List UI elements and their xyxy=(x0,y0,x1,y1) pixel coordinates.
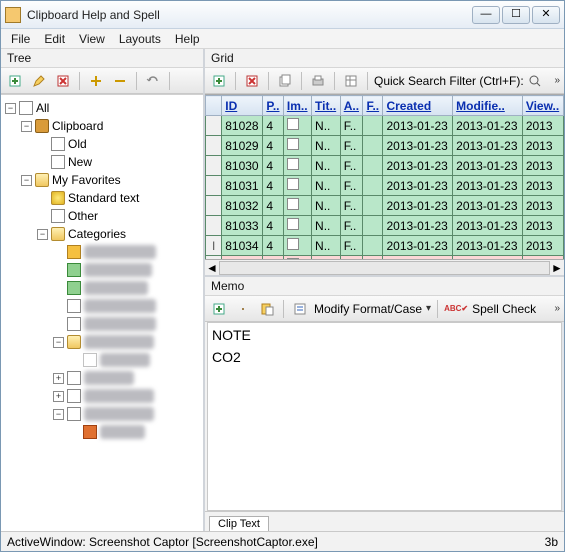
menu-edit[interactable]: Edit xyxy=(38,30,71,48)
tree-node-masked[interactable] xyxy=(53,297,201,315)
tree-label-favorites: My Favorites xyxy=(52,173,121,187)
maximize-button[interactable]: ☐ xyxy=(502,6,530,24)
tree-panel-label: Tree xyxy=(1,49,203,68)
grid-column-header[interactable]: F.. xyxy=(363,96,383,116)
grid-row[interactable]: 810314N..F..2013-01-232013-01-232013 xyxy=(206,176,564,196)
tree-node-masked[interactable] xyxy=(69,423,201,441)
grid-column-header[interactable]: Tit.. xyxy=(312,96,341,116)
quick-search-label: Quick Search Filter (Ctrl+F): xyxy=(374,74,524,88)
grid-row[interactable]: 810284N..F..2013-01-232013-01-232013 xyxy=(206,116,564,136)
delete-icon[interactable] xyxy=(53,71,73,91)
memo-toolbar: Modify Format/Case ▾ ABC✔ Spell Check » xyxy=(205,296,564,322)
edit-icon[interactable] xyxy=(29,71,49,91)
modify-format-button[interactable]: Modify Format/Case xyxy=(314,302,422,316)
tree-node-standard[interactable]: Standard text xyxy=(37,189,201,207)
format-icon[interactable] xyxy=(290,299,310,319)
tree-label-categories: Categories xyxy=(68,227,126,241)
grid-column-header[interactable]: Modifie.. xyxy=(453,96,523,116)
grid-table[interactable]: IDP..Im..Tit..A..F..CreatedModifie..View… xyxy=(205,94,564,259)
tree-toolbar xyxy=(1,68,203,94)
tree-node-other[interactable]: Other xyxy=(37,207,201,225)
menu-view[interactable]: View xyxy=(73,30,111,48)
status-right: 3b xyxy=(545,535,558,549)
tree-node-masked[interactable]: + xyxy=(53,387,201,405)
tree-view[interactable]: −All −Clipboard Old New −My Favorites xyxy=(1,94,203,531)
grid-column-header[interactable]: Created xyxy=(383,96,453,116)
grid-h-scrollbar[interactable]: ◄ ► xyxy=(205,259,564,275)
grid-columns-icon[interactable] xyxy=(341,71,361,91)
tree-node-masked[interactable]: + xyxy=(53,369,201,387)
tree-node-all[interactable]: −All xyxy=(5,99,201,117)
app-icon xyxy=(5,7,21,23)
modify-dropdown-icon[interactable]: ▾ xyxy=(426,303,431,314)
memo-paste-icon[interactable] xyxy=(257,299,277,319)
menubar: File Edit View Layouts Help xyxy=(1,29,564,49)
grid-print-icon[interactable] xyxy=(308,71,328,91)
tree-node-masked[interactable] xyxy=(69,351,201,369)
grid-panel-label: Grid xyxy=(205,49,564,68)
tree-label-new: New xyxy=(68,155,92,169)
tree-node-clipboard[interactable]: −Clipboard xyxy=(21,117,201,135)
tree-node-masked[interactable] xyxy=(53,279,201,297)
menu-help[interactable]: Help xyxy=(169,30,206,48)
search-icon xyxy=(528,74,542,88)
memo-overflow-icon[interactable]: » xyxy=(554,303,560,314)
collapse-icon[interactable] xyxy=(110,71,130,91)
memo-add-icon[interactable] xyxy=(209,299,229,319)
clipboard-icon[interactable] xyxy=(233,299,253,319)
gear-icon[interactable] xyxy=(176,71,196,91)
titlebar[interactable]: Clipboard Help and Spell — ☐ ✕ xyxy=(1,1,564,29)
grid-column-header[interactable]: P.. xyxy=(263,96,284,116)
menu-file[interactable]: File xyxy=(5,30,36,48)
grid-column-header[interactable]: Im.. xyxy=(283,96,311,116)
grid-row[interactable]: ▶810354N..S..2013-01-232013-01-232013 xyxy=(206,256,564,260)
tab-clip-text[interactable]: Clip Text xyxy=(209,516,269,531)
grid-row[interactable]: 810324N..F..2013-01-232013-01-232013 xyxy=(206,196,564,216)
tree-node-masked[interactable]: − xyxy=(53,333,201,351)
grid-row[interactable]: 810304N..F..2013-01-232013-01-232013 xyxy=(206,156,564,176)
memo-line: NOTE xyxy=(212,327,557,343)
tree-node-masked[interactable] xyxy=(53,261,201,279)
memo-line: CO2 xyxy=(212,349,557,365)
grid-row[interactable]: I810344N..F..2013-01-232013-01-232013 xyxy=(206,236,564,256)
grid-copy-icon[interactable] xyxy=(275,71,295,91)
tree-label-clipboard: Clipboard xyxy=(52,119,103,133)
tree-node-old[interactable]: Old xyxy=(37,135,201,153)
tree-node-masked[interactable] xyxy=(53,315,201,333)
status-active-window: ActiveWindow: Screenshot Captor [Screens… xyxy=(7,535,318,549)
menu-layouts[interactable]: Layouts xyxy=(113,30,167,48)
tree-label-other: Other xyxy=(68,209,98,223)
memo-tabbar: Clip Text xyxy=(205,511,564,531)
refresh-icon[interactable] xyxy=(143,71,163,91)
grid-column-header[interactable]: ID xyxy=(222,96,263,116)
add-icon[interactable] xyxy=(5,71,25,91)
grid-row[interactable]: 810334N..F..2013-01-232013-01-232013 xyxy=(206,216,564,236)
tree-label-standard: Standard text xyxy=(68,191,139,205)
statusbar: ActiveWindow: Screenshot Captor [Screens… xyxy=(1,531,564,551)
grid-add-icon[interactable] xyxy=(209,71,229,91)
tree-node-masked[interactable]: − xyxy=(53,405,201,423)
grid-column-header[interactable]: View.. xyxy=(522,96,563,116)
tree-label-old: Old xyxy=(68,137,87,151)
minimize-button[interactable]: — xyxy=(472,6,500,24)
grid-column-header[interactable]: A.. xyxy=(340,96,363,116)
tree-node-categories[interactable]: −Categories xyxy=(37,225,201,243)
memo-textarea[interactable]: NOTE CO2 xyxy=(207,322,562,511)
grid-delete-icon[interactable] xyxy=(242,71,262,91)
tree-node-new[interactable]: New xyxy=(37,153,201,171)
close-button[interactable]: ✕ xyxy=(532,6,560,24)
grid-row[interactable]: 810294N..F..2013-01-232013-01-232013 xyxy=(206,136,564,156)
grid-overflow-icon[interactable]: » xyxy=(554,75,560,86)
spell-check-button[interactable]: Spell Check xyxy=(472,302,536,316)
memo-panel-label: Memo xyxy=(205,277,564,296)
tree-node-masked[interactable] xyxy=(53,243,201,261)
app-window: Clipboard Help and Spell — ☐ ✕ File Edit… xyxy=(0,0,565,552)
tree-label-all: All xyxy=(36,101,49,115)
grid-toolbar: Quick Search Filter (Ctrl+F): » xyxy=(205,68,564,94)
expand-icon[interactable] xyxy=(86,71,106,91)
tree-node-favorites[interactable]: −My Favorites xyxy=(21,171,201,189)
spellcheck-icon: ABC✔ xyxy=(444,304,468,313)
window-title: Clipboard Help and Spell xyxy=(27,8,472,22)
